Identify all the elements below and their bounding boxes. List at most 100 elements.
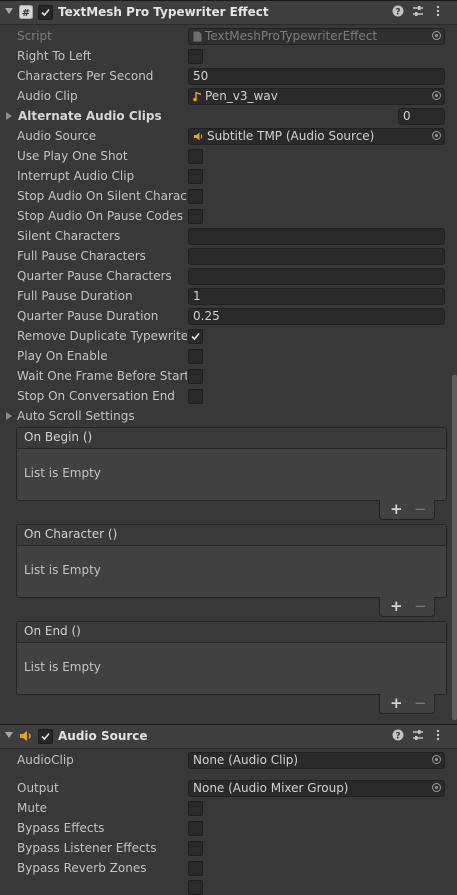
object-picker-icon[interactable] [432,91,441,100]
preset-icon[interactable] [411,5,425,19]
typewriter-component-header[interactable]: # TextMesh Pro Typewriter Effect ? [0,0,457,25]
object-picker-icon[interactable] [432,131,441,140]
remove-duplicate-label: Remove Duplicate Typewriter [17,329,187,343]
foldout-closed-icon[interactable] [6,112,12,120]
wait-one-frame-checkbox[interactable] [188,369,203,384]
help-icon[interactable]: ? [391,729,405,743]
play-on-enable-label: Play On Enable [17,349,108,363]
quarter-pause-characters-label: Quarter Pause Characters [17,269,172,283]
bypass-reverb-zones-checkbox[interactable] [188,861,203,876]
cps-label: Characters Per Second [17,69,154,83]
stop-on-conversation-end-checkbox[interactable] [188,389,203,404]
full-pause-characters-label: Full Pause Characters [17,249,146,263]
quarter-pause-duration-field[interactable]: 0.25 [188,308,445,325]
audioclip-value: None (Audio Clip) [193,753,299,767]
stop-audio-silent-checkbox[interactable] [188,189,203,204]
audio-source-component-header[interactable]: Audio Source ? [0,724,457,749]
object-picker-icon[interactable] [432,783,441,792]
add-listener-button[interactable]: + [390,598,403,614]
foldout-closed-icon[interactable] [6,412,12,420]
svg-text:?: ? [395,732,400,742]
full-pause-duration-label: Full Pause Duration [17,289,133,303]
remove-listener-button[interactable]: − [414,598,427,614]
stop-audio-pause-label: Stop Audio On Pause Codes [17,209,183,223]
audioclip-label: AudioClip [17,753,74,767]
wait-one-frame-label: Wait One Frame Before Startin [17,369,187,383]
audio-clip-field[interactable]: Pen_v3_wav [188,88,445,105]
stop-audio-silent-label: Stop Audio On Silent Characte [17,189,187,203]
context-menu-icon[interactable] [431,5,445,19]
remove-listener-button[interactable]: − [414,695,427,711]
stop-audio-pause-checkbox[interactable] [188,209,203,224]
add-listener-button[interactable]: + [390,501,403,517]
script-field-value: TextMeshProTypewriterEffect [205,29,378,43]
next-row-checkbox[interactable] [188,880,203,895]
audio-source-field[interactable]: Subtitle TMP (Audio Source) [188,128,445,145]
event-header: On End () [17,622,446,643]
checkmark-icon [41,8,50,17]
foldout-arrow-icon[interactable] [5,8,13,14]
mute-checkbox[interactable] [188,801,203,816]
bypass-effects-checkbox[interactable] [188,821,203,836]
on-character-event: On Character () List is Empty [16,524,447,598]
audio-source-icon [194,132,203,141]
audio-clip-icon [193,92,201,102]
checkmark-icon [41,732,50,741]
use-play-one-shot-checkbox[interactable] [188,149,203,164]
right-to-left-label: Right To Left [17,49,92,63]
output-value: None (Audio Mixer Group) [193,781,349,795]
bypass-reverb-zones-label: Bypass Reverb Zones [17,861,147,875]
script-label: Script [17,29,52,43]
silent-characters-label: Silent Characters [17,229,121,243]
foldout-arrow-icon[interactable] [5,732,13,738]
script-field[interactable]: TextMeshProTypewriterEffect [188,28,445,45]
svg-text:?: ? [395,8,400,18]
on-end-event-footer: + − [379,694,435,714]
interrupt-audio-clip-checkbox[interactable] [188,169,203,184]
script-component-icon: # [19,5,33,19]
right-to-left-checkbox[interactable] [188,49,203,64]
full-pause-characters-field[interactable] [188,248,445,265]
bypass-listener-effects-label: Bypass Listener Effects [17,841,157,855]
output-field[interactable]: None (Audio Mixer Group) [188,780,445,797]
audioclip-field[interactable]: None (Audio Clip) [188,752,445,769]
silent-characters-field[interactable] [188,228,445,245]
component-enabled-checkbox[interactable] [38,729,53,744]
event-empty-text: List is Empty [24,660,101,674]
context-menu-icon[interactable] [431,729,445,743]
object-picker-icon[interactable] [432,755,441,764]
cps-field[interactable]: 50 [188,68,445,85]
event-title: On End () [24,624,81,638]
event-empty-text: List is Empty [24,466,101,480]
component-title: Audio Source [58,729,148,743]
preset-icon[interactable] [411,729,425,743]
on-end-event: On End () List is Empty [16,621,447,695]
audio-source-value: Subtitle TMP (Audio Source) [207,129,375,143]
bypass-listener-effects-checkbox[interactable] [188,841,203,856]
event-header: On Begin () [17,428,446,449]
mute-label: Mute [17,801,48,815]
inspector-scrollbar[interactable] [452,375,457,720]
quarter-pause-characters-field[interactable] [188,268,445,285]
checkmark-icon [191,332,200,341]
alternate-audio-clips-count[interactable]: 0 [398,108,445,125]
full-pause-duration-field[interactable]: 1 [188,288,445,305]
script-asset-icon [193,31,202,42]
add-listener-button[interactable]: + [390,695,403,711]
play-on-enable-checkbox[interactable] [188,349,203,364]
svg-text:#: # [22,8,30,19]
component-enabled-checkbox[interactable] [38,5,53,20]
auto-scroll-settings-label[interactable]: Auto Scroll Settings [17,407,135,425]
remove-duplicate-checkbox[interactable] [188,329,203,344]
audio-source-label: Audio Source [17,129,97,143]
help-icon[interactable]: ? [391,5,405,19]
on-begin-event: On Begin () List is Empty [16,427,447,501]
alternate-audio-clips-label[interactable]: Alternate Audio Clips [18,107,162,125]
use-play-one-shot-label: Use Play One Shot [17,149,128,163]
object-picker-icon[interactable] [432,31,441,40]
output-label: Output [17,781,59,795]
remove-listener-button[interactable]: − [414,501,427,517]
event-title: On Character () [24,527,118,541]
bypass-effects-label: Bypass Effects [17,821,105,835]
event-header: On Character () [17,525,446,546]
